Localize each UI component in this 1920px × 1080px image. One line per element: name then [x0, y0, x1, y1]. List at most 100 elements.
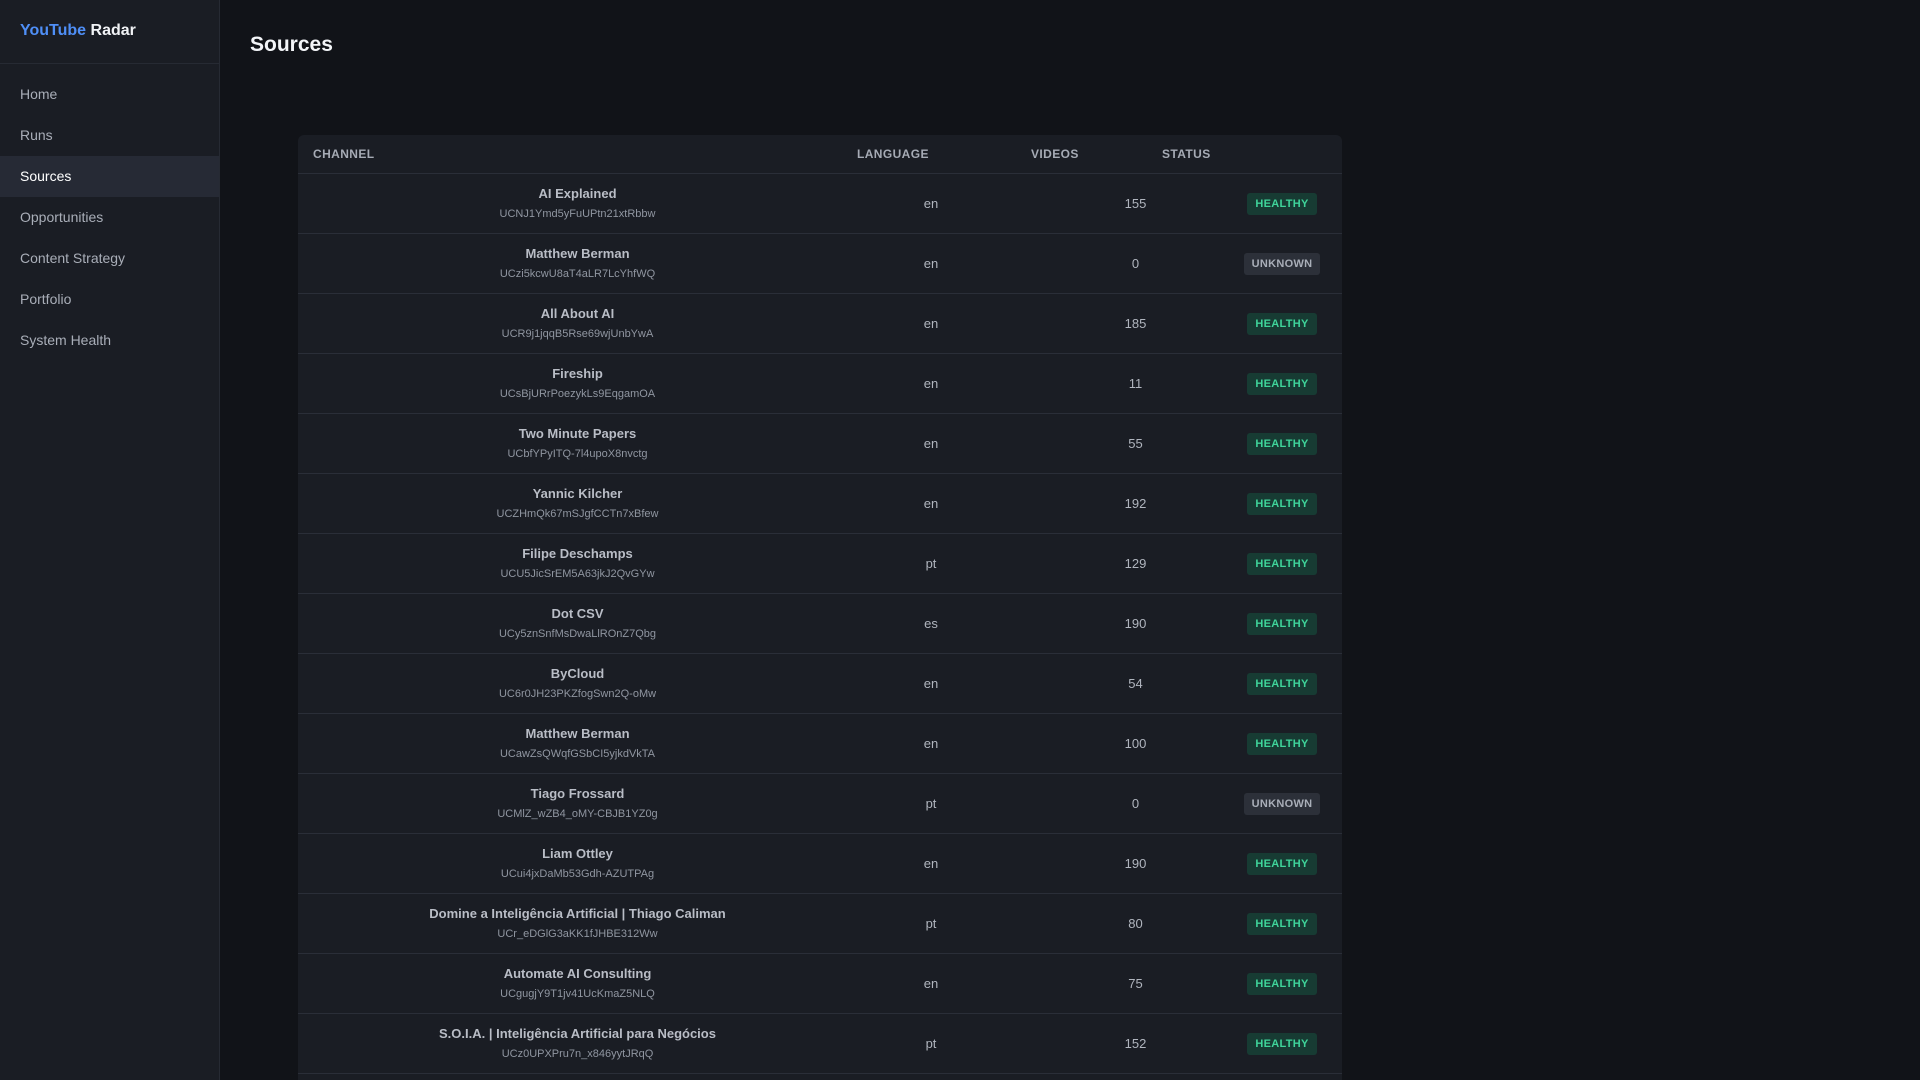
- channel-cell: Tiago Frossard UCMlZ_wZB4_oMY-CBJB1YZ0g: [298, 785, 857, 822]
- table-row[interactable]: All About AI UCR9j1jqqB5Rse69wjUnbYwA en 18…: [298, 294, 1342, 354]
- status-cell: HEALTHY: [1162, 372, 1342, 395]
- language-cell: en: [923, 436, 939, 451]
- sidebar-item-home[interactable]: Home: [0, 74, 219, 115]
- status-cell: HEALTHY: [1162, 852, 1342, 875]
- column-header-videos: VIDEOS: [1031, 147, 1079, 161]
- status-badge: UNKNOWN: [1243, 252, 1321, 275]
- language-cell: en: [923, 976, 939, 991]
- language-cell: en: [923, 856, 939, 871]
- status-badge: HEALTHY: [1247, 372, 1317, 395]
- table-row[interactable]: ByCloud UC6r0JH23PKZfogSwn2Q-oMw en 54 HEALT…: [298, 654, 1342, 714]
- table-row[interactable]: Tiago Frossard UCMlZ_wZB4_oMY-CBJB1YZ0g pt…: [298, 774, 1342, 834]
- table-row[interactable]: Yannic Kilcher UCZHmQk67mSJgfCCTn7xBfew en…: [298, 474, 1342, 534]
- channel-id: UCzi5kcwU8aT4aLR7LcYhfWQ: [499, 268, 656, 280]
- sidebar-item-content-strategy[interactable]: Content Strategy: [0, 238, 219, 279]
- table-row[interactable]: S.O.I.A. | Inteligência Artificial para …: [298, 1014, 1342, 1074]
- channel-id: UCNJ1Ymd5yFuUPtn21xtRbbw: [499, 208, 656, 220]
- channel-name: Two Minute Papers: [518, 426, 637, 441]
- status-badge: HEALTHY: [1247, 192, 1317, 215]
- channel-name: S.O.I.A. | Inteligência Artificial para …: [439, 1026, 716, 1041]
- channel-cell: Dot CSV UCy5znSnfMsDwaLlROnZ7Qbg: [298, 605, 857, 642]
- channel-name: Tiago Frossard: [530, 786, 625, 801]
- channel-cell: Matthew Berman UCawZsQWqfGSbCI5yjkdVkTA: [298, 725, 857, 762]
- status-badge: HEALTHY: [1247, 492, 1317, 515]
- status-badge: HEALTHY: [1247, 972, 1317, 995]
- language-cell: en: [923, 676, 939, 691]
- channel-cell: Automate AI Consulting UCgugjY9T1jv41UcKm…: [298, 965, 857, 1002]
- status-cell: HEALTHY: [1162, 732, 1342, 755]
- sources-table: CHANNEL LANGUAGE VIDEOS STATUS AI Explai…: [298, 135, 1342, 1080]
- channel-name: AI Explained: [538, 186, 617, 201]
- videos-cell: 155: [1124, 196, 1147, 211]
- channel-name: Filipe Deschamps: [522, 546, 633, 561]
- status-badge: HEALTHY: [1247, 552, 1317, 575]
- app-root: YouTube Radar Home Runs Sources Opportuniti…: [0, 0, 1920, 1080]
- sidebar-item-portfolio[interactable]: Portfolio: [0, 279, 219, 320]
- table-row[interactable]: Matthew Berman UCzi5kcwU8aT4aLR7LcYhfWQ en…: [298, 234, 1342, 294]
- table-row[interactable]: Matthew Berman UCawZsQWqfGSbCI5yjkdVkTA en…: [298, 714, 1342, 774]
- channel-cell: ByCloud UC6r0JH23PKZfogSwn2Q-oMw: [298, 665, 857, 702]
- column-header-status: STATUS: [1162, 147, 1211, 161]
- channel-id: UCR9j1jqqB5Rse69wjUnbYwA: [501, 328, 654, 340]
- table-row[interactable]: Two Minute Papers UCbfYPyITQ-7l4upoX8nvct…: [298, 414, 1342, 474]
- status-cell: HEALTHY: [1162, 192, 1342, 215]
- main-content: Sources CHANNEL LANGUAGE VIDEOS STATUS A…: [220, 0, 1920, 1080]
- channel-cell: Yannic Kilcher UCZHmQk67mSJgfCCTn7xBfew: [298, 485, 857, 522]
- sidebar-item-system-health[interactable]: System Health: [0, 320, 219, 361]
- channel-id: UCZHmQk67mSJgfCCTn7xBfew: [496, 508, 659, 520]
- table-row[interactable]: Fireship UCsBjURrPoezykLs9EqgamOA en 11 HEAL…: [298, 354, 1342, 414]
- channel-id: UCui4jxDaMb53Gdh-AZUTPAg: [500, 868, 655, 880]
- channel-id: UCU5JicSrEM5A63jkJ2QvGYw: [500, 568, 655, 580]
- language-cell: pt: [925, 1036, 937, 1051]
- language-cell: en: [923, 496, 939, 511]
- table-row[interactable]: AI Explained UCNJ1Ymd5yFuUPtn21xtRbbw en 15…: [298, 174, 1342, 234]
- sidebar-item-opportunities[interactable]: Opportunities: [0, 197, 219, 238]
- page-title: Sources: [250, 33, 333, 56]
- table-row[interactable]: Automate AI Consulting UCgugjY9T1jv41UcKm…: [298, 954, 1342, 1014]
- channel-id: UCMlZ_wZB4_oMY-CBJB1YZ0g: [497, 808, 658, 820]
- status-cell: HEALTHY: [1162, 672, 1342, 695]
- sidebar-item-runs[interactable]: Runs: [0, 115, 219, 156]
- channel-name: Matthew Berman: [525, 246, 630, 261]
- language-cell: en: [923, 376, 939, 391]
- channel-id: UCsBjURrPoezykLs9EqgamOA: [499, 388, 656, 400]
- channel-cell: All About AI UCR9j1jqqB5Rse69wjUnbYwA: [298, 305, 857, 342]
- channel-cell: AI Explained UCNJ1Ymd5yFuUPtn21xtRbbw: [298, 185, 857, 222]
- channel-id: UCy5znSnfMsDwaLlROnZ7Qbg: [498, 628, 657, 640]
- channel-cell: Fireship UCsBjURrPoezykLs9EqgamOA: [298, 365, 857, 402]
- status-cell: HEALTHY: [1162, 312, 1342, 335]
- videos-cell: 0: [1131, 796, 1140, 811]
- videos-cell: 0: [1131, 256, 1140, 271]
- channel-name: Liam Ottley: [542, 846, 613, 861]
- videos-cell: 129: [1124, 556, 1147, 571]
- table-row[interactable]: Dot CSV UCy5znSnfMsDwaLlROnZ7Qbg es 190 HEAL…: [298, 594, 1342, 654]
- channel-id: UCgugjY9T1jv41UcKmaZ5NLQ: [500, 988, 655, 1000]
- channel-cell: Liam Ottley UCui4jxDaMb53Gdh-AZUTPAg: [298, 845, 857, 882]
- channel-name: Automate AI Consulting: [503, 966, 652, 981]
- videos-cell: 100: [1124, 736, 1147, 751]
- language-cell: en: [923, 316, 939, 331]
- language-cell: en: [923, 196, 939, 211]
- status-badge: HEALTHY: [1247, 612, 1317, 635]
- status-cell: HEALTHY: [1162, 972, 1342, 995]
- channel-name: Matthew Berman: [525, 726, 630, 741]
- status-cell: HEALTHY: [1162, 552, 1342, 575]
- videos-cell: 11: [1128, 376, 1143, 391]
- channel-id: UC6r0JH23PKZfogSwn2Q-oMw: [498, 688, 657, 700]
- videos-cell: 190: [1124, 616, 1147, 631]
- table-row[interactable]: Liam Ottley UCui4jxDaMb53Gdh-AZUTPAg en 190…: [298, 834, 1342, 894]
- status-cell: UNKNOWN: [1162, 792, 1342, 815]
- status-badge: HEALTHY: [1247, 852, 1317, 875]
- table-row[interactable]: Filipe Deschamps UCU5JicSrEM5A63jkJ2QvGYw…: [298, 534, 1342, 594]
- table-row[interactable]: Domine a Inteligência Artificial | Thiag…: [298, 894, 1342, 954]
- brand-logo[interactable]: YouTube Radar: [0, 0, 219, 64]
- status-cell: HEALTHY: [1162, 912, 1342, 935]
- status-badge: HEALTHY: [1247, 672, 1317, 695]
- channel-name: All About AI: [540, 306, 615, 321]
- videos-cell: 190: [1124, 856, 1147, 871]
- status-badge: HEALTHY: [1247, 432, 1317, 455]
- status-badge: HEALTHY: [1247, 312, 1317, 335]
- sidebar-item-sources[interactable]: Sources: [0, 156, 219, 197]
- column-header-channel: CHANNEL: [313, 147, 375, 161]
- column-header-language: LANGUAGE: [857, 147, 929, 161]
